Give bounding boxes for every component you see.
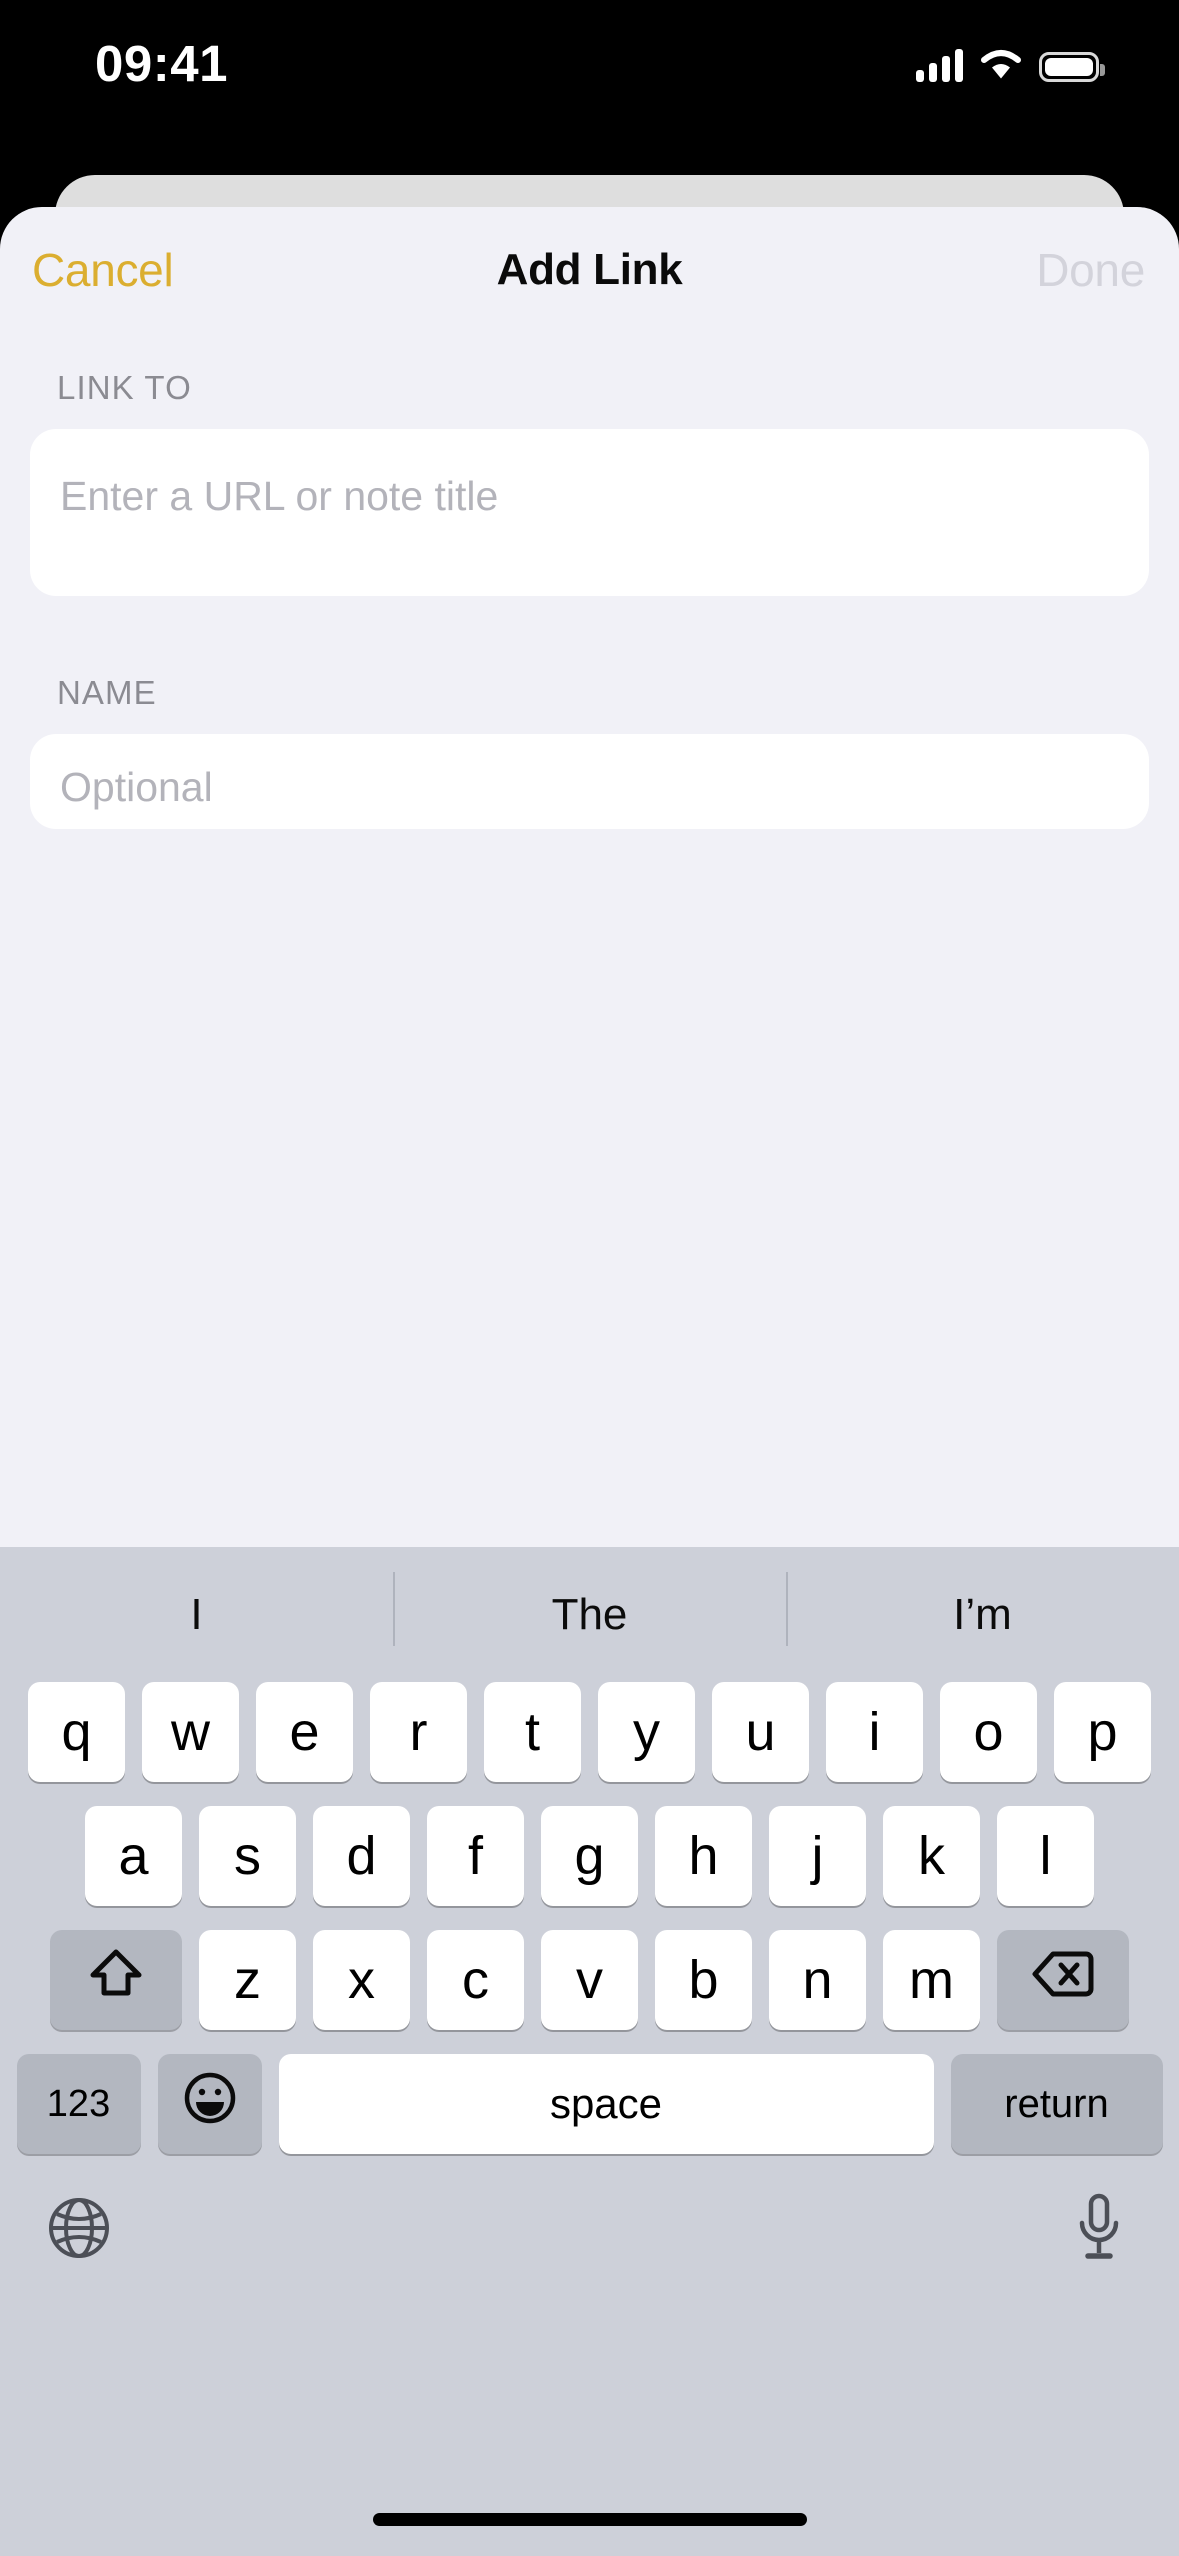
key-p[interactable]: p [1054,1682,1151,1782]
link-to-label: LINK TO [57,369,192,406]
backspace-icon [1032,1949,1094,2011]
key-f[interactable]: f [427,1806,524,1906]
key-j[interactable]: j [769,1806,866,1906]
key-d[interactable]: d [313,1806,410,1906]
microphone-icon [1071,2193,1127,2268]
name-input[interactable] [60,764,1119,811]
key-z[interactable]: z [199,1930,296,2030]
keyboard-row-3: z x c v b n m [0,1930,1179,2030]
shift-key[interactable] [50,1930,182,2030]
keyboard-row-2: a s d f g h j k l [0,1806,1179,1906]
battery-icon [1039,52,1105,82]
globe-icon [47,2198,111,2264]
key-v[interactable]: v [541,1930,638,2030]
predictive-text-bar: I The I’m [0,1547,1179,1682]
backspace-key[interactable] [997,1930,1129,2030]
globe-key[interactable] [47,2196,111,2265]
home-indicator [372,2513,807,2526]
page-title: Add Link [496,245,683,294]
emoji-key[interactable] [157,2054,262,2154]
numbers-key[interactable]: 123 [16,2054,141,2154]
key-l[interactable]: l [997,1806,1094,1906]
status-bar: 09:41 [0,0,1179,120]
key-m[interactable]: m [883,1930,980,2030]
key-c[interactable]: c [427,1930,524,2030]
key-g[interactable]: g [541,1806,638,1906]
return-key[interactable]: return [950,2054,1163,2154]
key-e[interactable]: e [256,1682,353,1782]
key-u[interactable]: u [712,1682,809,1782]
name-field-container[interactable] [30,734,1149,829]
key-i[interactable]: i [826,1682,923,1782]
key-h[interactable]: h [655,1806,752,1906]
space-key[interactable]: space [278,2054,934,2154]
key-k[interactable]: k [883,1806,980,1906]
key-a[interactable]: a [85,1806,182,1906]
emoji-smiley-icon [182,2070,238,2139]
keyboard-row-4: 123 space return [0,2054,1179,2154]
on-screen-keyboard: I The I’m q w e r t y u i o p a s d f g … [0,1547,1179,2556]
sheet-navbar: Cancel Add Link Done [0,207,1179,332]
done-button[interactable]: Done [1036,243,1145,297]
prediction-item[interactable]: I [0,1590,393,1640]
key-o[interactable]: o [940,1682,1037,1782]
wifi-icon [979,48,1023,82]
link-to-field-container[interactable] [30,429,1149,596]
key-r[interactable]: r [370,1682,467,1782]
link-to-input[interactable] [60,473,1119,520]
key-s[interactable]: s [199,1806,296,1906]
status-bar-time: 09:41 [95,35,228,92]
name-label: NAME [57,674,157,711]
phone-screen: 09:41 Cancel Add Link Done LINK TO NAME [0,0,1179,2556]
key-w[interactable]: w [142,1682,239,1782]
keyboard-row-1: q w e r t y u i o p [0,1682,1179,1782]
key-y[interactable]: y [598,1682,695,1782]
key-n[interactable]: n [769,1930,866,2030]
dictation-key[interactable] [1071,2192,1127,2269]
prediction-item[interactable]: I’m [786,1571,1179,1646]
key-x[interactable]: x [313,1930,410,2030]
key-b[interactable]: b [655,1930,752,2030]
prediction-item[interactable]: The [393,1571,786,1646]
keyboard-bottom-bar [0,2178,1179,2348]
status-bar-icons [916,40,1105,82]
key-t[interactable]: t [484,1682,581,1782]
shift-arrow-icon [87,1945,145,2016]
cellular-signal-icon [916,48,963,82]
add-link-sheet: Cancel Add Link Done LINK TO NAME [0,207,1179,1547]
key-q[interactable]: q [28,1682,125,1782]
